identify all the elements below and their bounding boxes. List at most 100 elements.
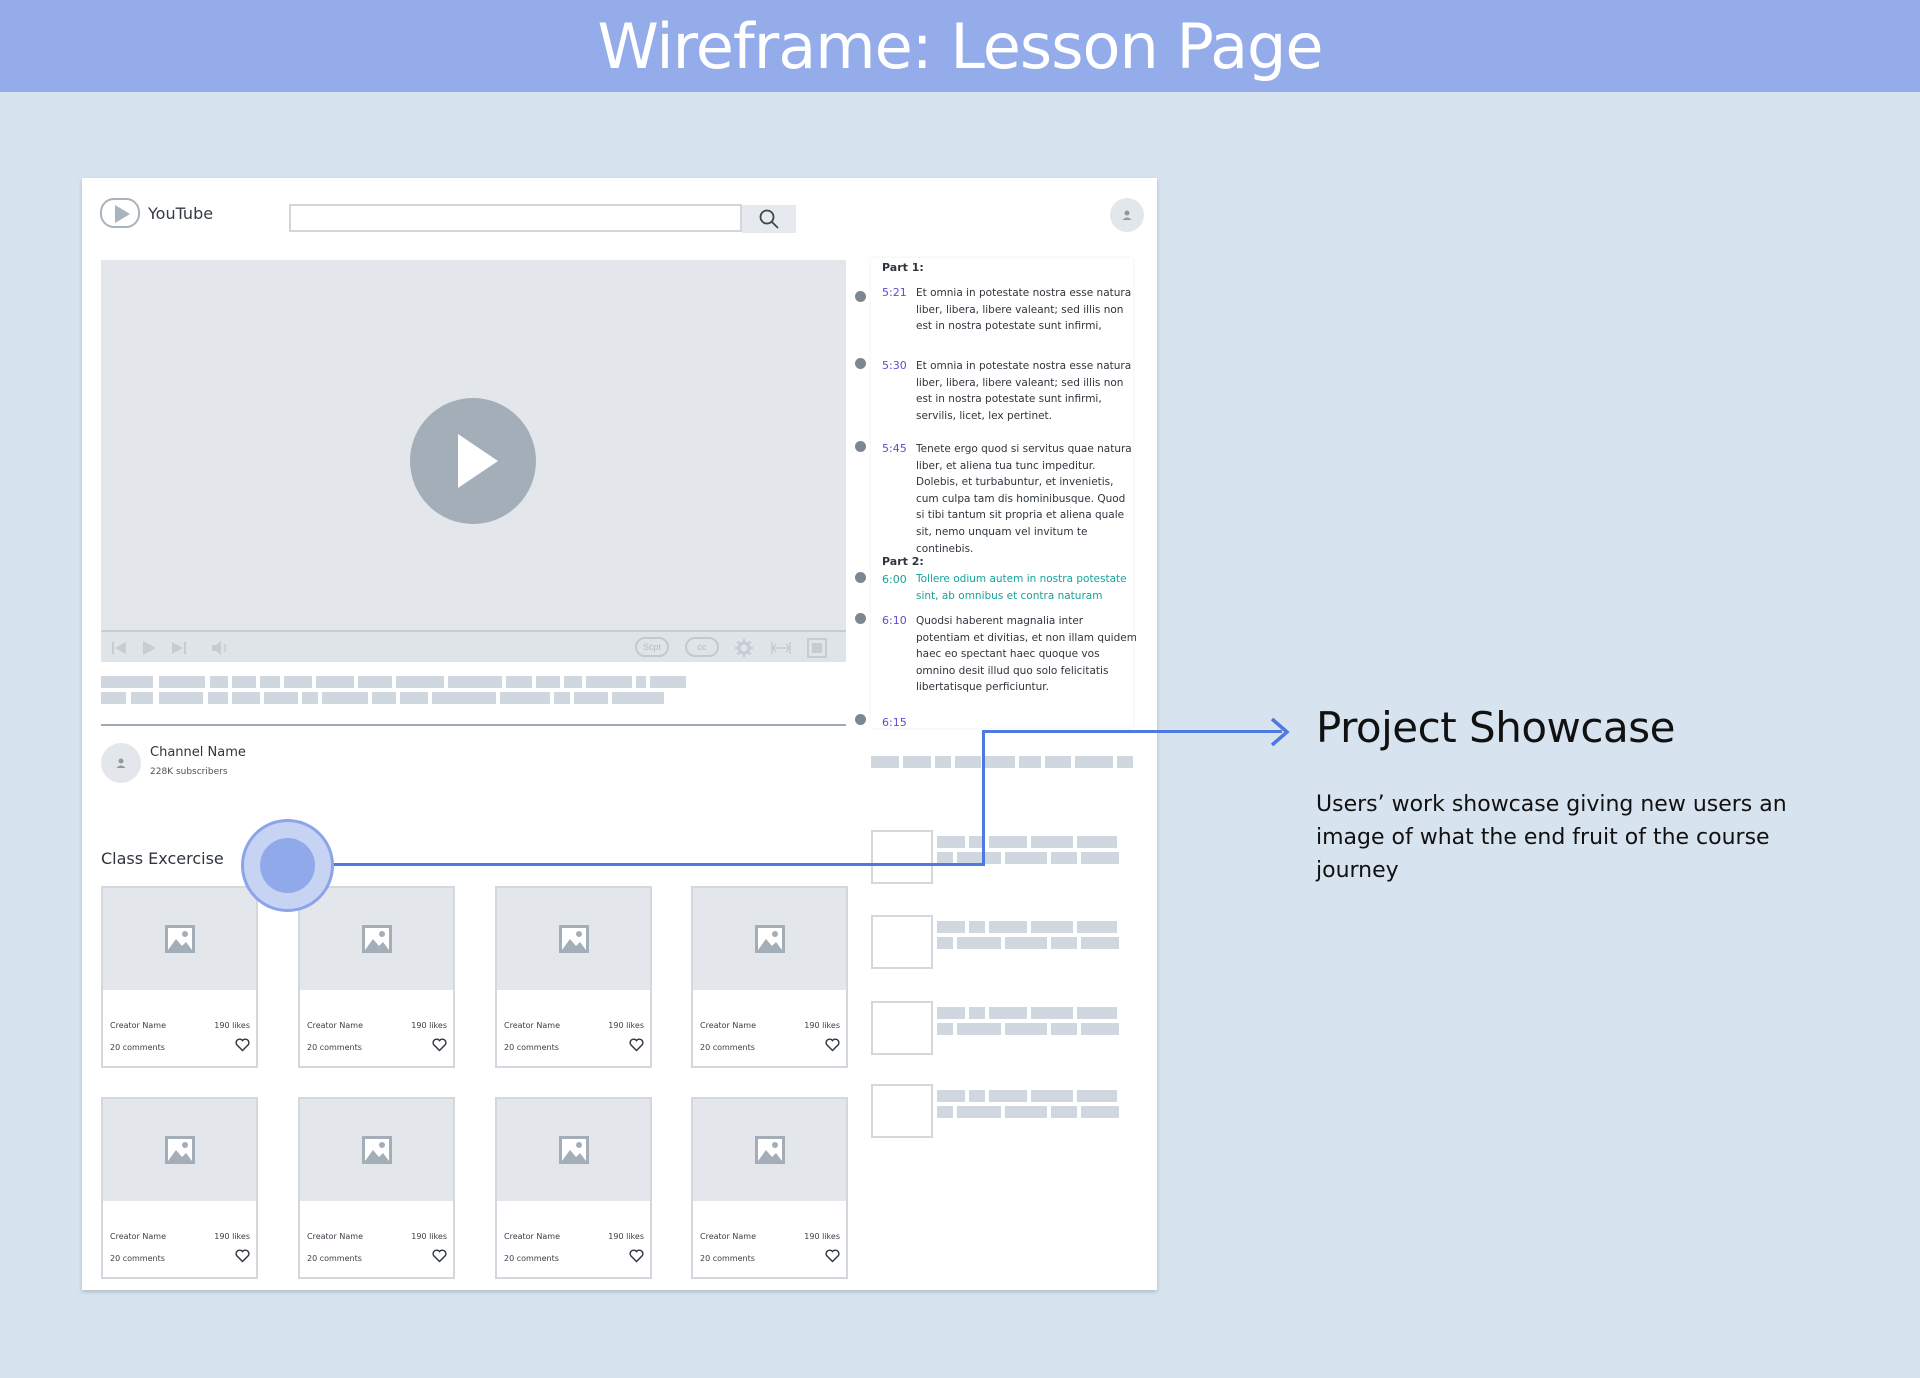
captions-toggle[interactable]: cc	[685, 637, 719, 657]
like-count: 190 likes	[411, 1232, 447, 1241]
settings-gear-icon[interactable]	[735, 639, 753, 657]
callout-description: Users’ work showcase giving new users an…	[1316, 792, 1787, 883]
image-icon	[361, 925, 392, 953]
timeline-dot[interactable]	[855, 572, 866, 583]
comment-count[interactable]: 20 comments	[307, 1254, 362, 1263]
heart-icon[interactable]	[432, 1038, 447, 1052]
transcript-part-1: Part 1:	[882, 261, 924, 274]
timeline-dot[interactable]	[855, 613, 866, 624]
timestamp[interactable]: 6:10	[882, 614, 907, 627]
creator-name[interactable]: Creator Name	[110, 1021, 166, 1030]
comment-count[interactable]: 20 comments	[504, 1254, 559, 1263]
comment-count[interactable]: 20 comments	[110, 1254, 165, 1263]
heart-icon[interactable]	[825, 1038, 840, 1052]
timestamp[interactable]: 5:45	[882, 442, 907, 455]
text-placeholder	[957, 937, 1001, 949]
project-card[interactable]: Creator Name 190 likes 20 comments	[495, 886, 652, 1068]
image-icon	[558, 925, 589, 953]
video-player[interactable]: Scpt cc	[101, 260, 846, 662]
image-placeholder	[693, 888, 846, 990]
project-card[interactable]: Creator Name 190 likes 20 comments	[298, 1097, 455, 1279]
like-count: 190 likes	[608, 1021, 644, 1030]
comment-count[interactable]: 20 comments	[700, 1043, 755, 1052]
creator-name[interactable]: Creator Name	[700, 1232, 756, 1241]
heart-icon[interactable]	[235, 1249, 250, 1263]
project-card[interactable]: Creator Name 190 likes 20 comments	[298, 886, 455, 1068]
project-card[interactable]: Creator Name 190 likes 20 comments	[691, 1097, 848, 1279]
timestamp[interactable]: 5:21	[882, 286, 907, 299]
search-button[interactable]	[742, 205, 796, 233]
text-placeholder	[1051, 852, 1077, 864]
wireframe-frame: YouTube Scpt cc Channel Name 228K subscr…	[82, 178, 1157, 1290]
creator-name[interactable]: Creator Name	[307, 1021, 363, 1030]
callout-connector-horizontal	[330, 863, 985, 866]
heart-icon[interactable]	[825, 1249, 840, 1263]
theater-mode-icon[interactable]	[771, 640, 791, 656]
transcript-text: Et omnia in potestate nostra esse natura…	[916, 360, 1132, 422]
comment-count[interactable]: 20 comments	[110, 1043, 165, 1052]
text-placeholder	[1081, 937, 1119, 949]
channel-name[interactable]: Channel Name	[150, 745, 246, 760]
channel-avatar[interactable]	[101, 743, 141, 783]
image-placeholder	[497, 1099, 650, 1201]
transcript-text-active: Tollere odium autem in nostra potestate …	[916, 573, 1127, 602]
text-placeholder	[969, 921, 985, 933]
image-icon	[754, 1136, 785, 1164]
creator-name[interactable]: Creator Name	[504, 1232, 560, 1241]
fullscreen-icon[interactable]	[807, 638, 827, 658]
comment-count[interactable]: 20 comments	[307, 1043, 362, 1052]
timeline-dot[interactable]	[855, 441, 866, 452]
image-icon	[754, 925, 785, 953]
text-placeholder	[1031, 1007, 1073, 1019]
user-avatar[interactable]	[1110, 198, 1144, 232]
creator-name[interactable]: Creator Name	[700, 1021, 756, 1030]
project-card[interactable]: Creator Name 190 likes 20 comments	[691, 886, 848, 1068]
text-placeholder	[1051, 1023, 1077, 1035]
text-placeholder	[937, 1106, 953, 1118]
script-label: Scpt	[642, 642, 661, 652]
image-placeholder	[300, 1099, 453, 1201]
image-placeholder	[103, 888, 256, 990]
heart-icon[interactable]	[235, 1038, 250, 1052]
comment-count[interactable]: 20 comments	[504, 1043, 559, 1052]
timestamp-active[interactable]: 6:00	[882, 573, 907, 586]
timestamp[interactable]: 6:15	[882, 716, 907, 726]
timestamp[interactable]: 5:30	[882, 359, 907, 372]
text-placeholder	[1051, 1106, 1077, 1118]
volume-icon[interactable]	[211, 640, 231, 656]
player-controls: Scpt cc	[101, 630, 846, 662]
text-placeholder	[937, 1023, 953, 1035]
skip-back-icon[interactable]	[111, 640, 127, 656]
text-placeholder	[989, 1007, 1027, 1019]
comment-count[interactable]: 20 comments	[700, 1254, 755, 1263]
project-card[interactable]: Creator Name 190 likes 20 comments	[495, 1097, 652, 1279]
thumbnail-placeholder	[871, 830, 933, 884]
thumbnail-placeholder	[871, 1084, 933, 1138]
creator-name[interactable]: Creator Name	[504, 1021, 560, 1030]
text-placeholder	[957, 1023, 1001, 1035]
youtube-logo[interactable]: YouTube	[100, 198, 213, 228]
timeline-dot[interactable]	[855, 358, 866, 369]
heart-icon[interactable]	[629, 1249, 644, 1263]
user-icon	[1122, 210, 1132, 220]
text-placeholder	[937, 1090, 965, 1102]
image-icon	[164, 1136, 195, 1164]
skip-forward-icon[interactable]	[171, 640, 187, 656]
play-icon[interactable]	[141, 640, 157, 656]
search-input[interactable]	[289, 204, 742, 232]
text-placeholder	[1051, 937, 1077, 949]
script-toggle[interactable]: Scpt	[635, 637, 669, 657]
play-logo-icon	[100, 198, 140, 228]
heart-icon[interactable]	[432, 1249, 447, 1263]
creator-name[interactable]: Creator Name	[110, 1232, 166, 1241]
text-placeholder	[1077, 921, 1117, 933]
transcript-text: Et omnia in potestate nostra esse natura…	[916, 287, 1132, 333]
project-card[interactable]: Creator Name 190 likes 20 comments	[101, 886, 258, 1068]
timeline-dot[interactable]	[855, 291, 866, 302]
timeline-dot[interactable]	[855, 714, 866, 725]
text-placeholder	[1005, 937, 1047, 949]
project-card[interactable]: Creator Name 190 likes 20 comments	[101, 1097, 258, 1279]
creator-name[interactable]: Creator Name	[307, 1232, 363, 1241]
heart-icon[interactable]	[629, 1038, 644, 1052]
play-button[interactable]	[410, 398, 536, 524]
